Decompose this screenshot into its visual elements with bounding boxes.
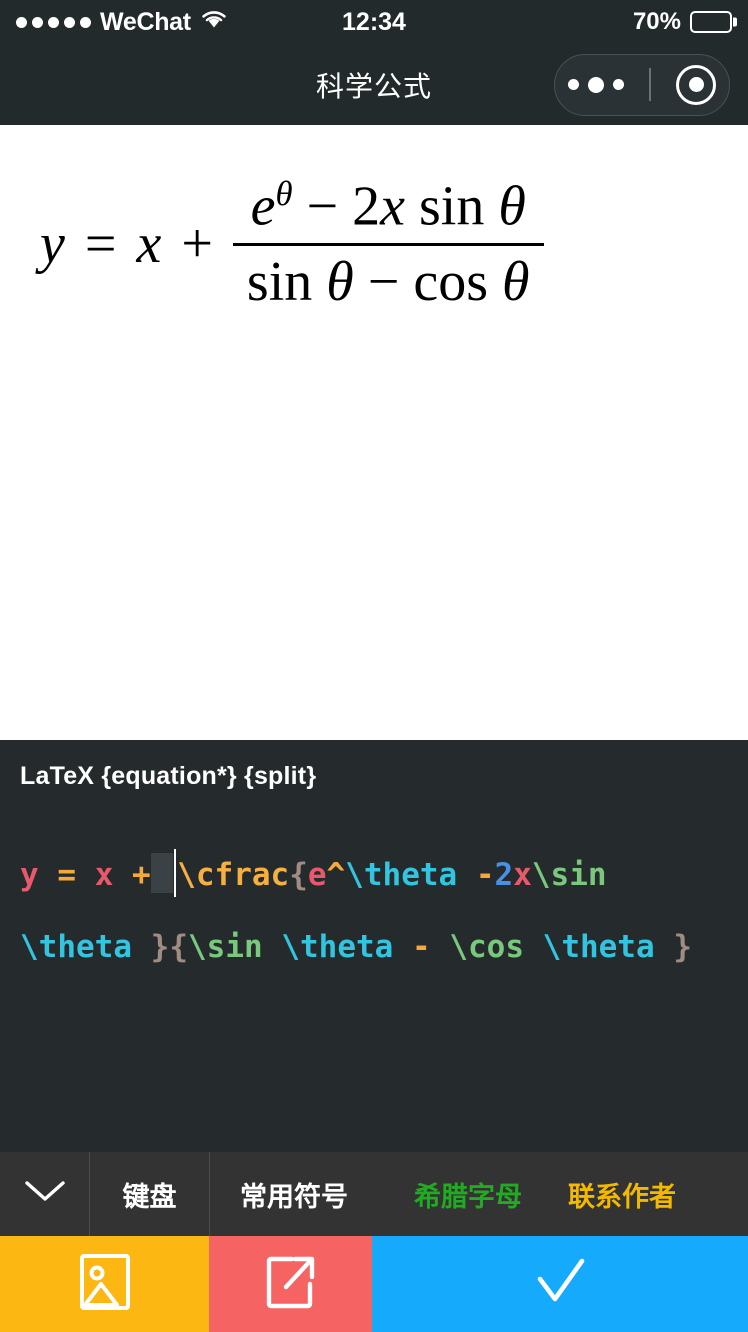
num-base: e — [250, 175, 276, 238]
battery-icon — [690, 11, 732, 33]
latex-token: - — [411, 929, 431, 965]
latex-editor-header: LaTeX {equation*} {split} — [20, 762, 317, 790]
text-selection-highlight — [150, 853, 173, 893]
latex-token: e — [307, 857, 327, 893]
num-function: sin — [418, 175, 485, 238]
latex-token — [655, 929, 674, 965]
den-arg-1: θ — [326, 250, 354, 313]
latex-token: + — [132, 857, 151, 893]
latex-token: \theta — [20, 929, 132, 965]
latex-token: = — [57, 857, 77, 893]
chevron-down-icon — [23, 1178, 67, 1211]
status-bar-right: 70% — [633, 8, 732, 36]
den-minus: − — [367, 250, 400, 313]
formula-preview-canvas[interactable]: y = x + eθ − 2x sin θ sin θ − cos θ — [0, 125, 748, 740]
formula-term-x: x — [136, 212, 162, 275]
status-bar-left: WeChat — [16, 8, 228, 37]
num-var: x — [380, 175, 405, 238]
latex-token: \sin — [531, 857, 607, 893]
text-cursor — [173, 849, 177, 897]
insert-image-button[interactable] — [0, 1236, 209, 1332]
den-function-2: cos — [413, 250, 489, 313]
keyboard-toolbar[interactable]: 键盘 常用符号 希腊字母 联系作者 — [0, 1152, 748, 1236]
num-minus: − — [306, 175, 339, 238]
carrier-label: WeChat — [100, 7, 191, 36]
latex-token: \sin — [188, 929, 263, 965]
latex-token: { — [169, 929, 188, 965]
battery-percent-label: 70% — [632, 8, 681, 35]
latex-token — [113, 857, 132, 893]
latex-token: x — [94, 857, 114, 893]
formula-fraction: eθ − 2x sin θ sin θ − cos θ — [232, 170, 544, 318]
latex-token: \theta — [542, 929, 655, 965]
tab-greek-letters[interactable]: 希腊字母 — [378, 1152, 558, 1236]
latex-token — [431, 929, 450, 965]
nav-bar: 科学公式 — [0, 44, 748, 125]
confirm-button[interactable] — [372, 1236, 748, 1332]
latex-token: { — [289, 857, 308, 893]
formula-lhs: y — [40, 212, 65, 275]
formula-plus: + — [181, 212, 213, 275]
latex-source-input[interactable]: y = x + \cfrac{e^\theta -2x\sin \theta }{… — [20, 839, 728, 983]
latex-editor-panel[interactable]: LaTeX {equation*} {split} y = x + \cfrac{… — [0, 740, 748, 1152]
num-coeff: 2 — [352, 175, 381, 238]
latex-token: \theta — [281, 929, 394, 965]
action-bar[interactable] — [0, 1236, 748, 1332]
latex-token: } — [150, 929, 170, 965]
fraction-denominator: sin θ − cos θ — [233, 246, 544, 318]
latex-token: y — [20, 857, 39, 893]
latex-token: ^ — [326, 857, 346, 893]
latex-token: } — [673, 929, 692, 965]
latex-token — [39, 857, 58, 893]
latex-token — [393, 929, 412, 965]
latex-token: \cfrac — [177, 857, 290, 893]
latex-token: 2 — [494, 857, 514, 893]
latex-token: \cos — [449, 929, 524, 965]
latex-token — [607, 857, 626, 893]
latex-token — [76, 857, 95, 893]
latex-token — [263, 929, 282, 965]
status-bar: WeChat 12:34 70% — [0, 0, 748, 44]
num-function-arg: θ — [498, 175, 526, 238]
more-dots-icon[interactable] — [567, 76, 624, 93]
miniprogram-capsule[interactable] — [554, 53, 730, 116]
collapse-keyboard-button[interactable] — [0, 1152, 90, 1236]
share-button[interactable] — [209, 1236, 372, 1332]
rendered-formula: y = x + eθ − 2x sin θ sin θ − cos θ — [40, 170, 544, 318]
den-function-1: sin — [246, 250, 313, 313]
external-link-icon — [262, 1251, 320, 1318]
tab-contact-author[interactable]: 联系作者 — [558, 1152, 676, 1236]
wifi-icon — [200, 8, 228, 37]
latex-token — [132, 929, 151, 965]
tab-common-symbols[interactable]: 常用符号 — [210, 1152, 378, 1236]
latex-token — [524, 929, 543, 965]
latex-token: - — [475, 857, 495, 893]
check-icon — [524, 1251, 596, 1318]
target-circle-icon[interactable] — [676, 64, 717, 105]
latex-token: x — [513, 857, 532, 893]
image-icon — [77, 1251, 133, 1318]
latex-token — [457, 857, 476, 893]
formula-equals: = — [84, 212, 117, 275]
capsule-divider — [649, 68, 651, 101]
den-arg-2: θ — [502, 250, 530, 313]
tab-keyboard[interactable]: 键盘 — [90, 1152, 210, 1236]
num-exponent: θ — [275, 174, 293, 213]
latex-token: \theta — [345, 857, 458, 893]
fraction-numerator: eθ − 2x sin θ — [237, 170, 540, 243]
signal-strength-icon — [16, 16, 91, 28]
